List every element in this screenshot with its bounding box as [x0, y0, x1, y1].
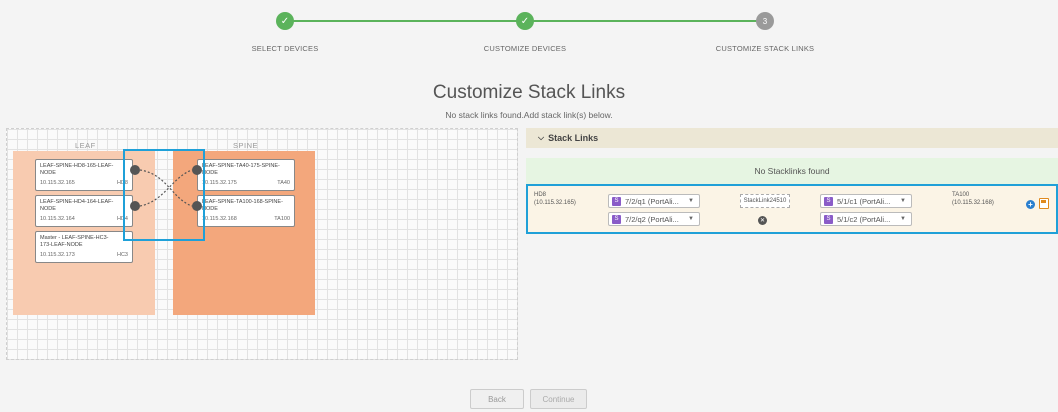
topology-canvas[interactable]: LEAF SPINE LEAF-SPINE-HD8-165-LEAF- NODE…: [6, 128, 518, 360]
page-title: Customize Stack Links: [432, 82, 626, 103]
source-port-select-2[interactable]: S 7/2/q2 (PortAli... ▼: [608, 212, 700, 226]
port-badge: S: [824, 214, 833, 224]
stack-link-row: HD8 (10.115.32.165) S 7/2/q1 (PortAli...…: [526, 184, 1058, 234]
remove-icon[interactable]: ✕: [758, 216, 767, 225]
step-2-label: CUSTOMIZE DEVICES: [483, 44, 567, 53]
port-badge: S: [824, 196, 833, 206]
caret-down-icon: ▼: [688, 216, 694, 222]
page-subtitle: No stack links found.Add stack link(s) b…: [445, 110, 613, 120]
stack-link-name-input[interactable]: StackLink24510: [740, 194, 790, 208]
port-value: 7/2/q2 (PortAli...: [625, 214, 679, 224]
caret-down-icon: ▼: [900, 216, 906, 222]
caret-down-icon: ▼: [688, 198, 694, 204]
stack-links-title: Stack Links: [548, 133, 599, 143]
source-name: HD8: [534, 192, 547, 198]
wizard-steps: ✓ ✓ 3 SELECT DEVICES CUSTOMIZE DEVICES C…: [0, 0, 1058, 70]
step-connector: [525, 20, 765, 22]
source-device: HD8 (10.115.32.165): [534, 192, 576, 208]
step-3-label: CUSTOMIZE STACK LINKS: [715, 44, 815, 53]
add-icon[interactable]: +: [1026, 200, 1035, 209]
dest-name: TA100: [952, 192, 970, 198]
port-badge: S: [612, 214, 621, 224]
dest-port-select-2[interactable]: S 5/1/c2 (PortAli... ▼: [820, 212, 912, 226]
stack-links-header[interactable]: ⌵ Stack Links: [526, 128, 1058, 148]
dest-port-select-1[interactable]: S 5/1/c1 (PortAli... ▼: [820, 194, 912, 208]
back-button[interactable]: Back: [470, 389, 524, 409]
source-port-select-1[interactable]: S 7/2/q1 (PortAli... ▼: [608, 194, 700, 208]
port-value: 5/1/c1 (PortAli...: [837, 196, 891, 206]
save-icon[interactable]: [1039, 198, 1049, 209]
step-connector: [285, 20, 525, 22]
stack-links-panel: ⌵ Stack Links No Stacklinks found HD8 (1…: [526, 128, 1058, 358]
selection-highlight: [123, 149, 205, 241]
port-value: 7/2/q1 (PortAli...: [625, 196, 679, 206]
chevron-down-icon[interactable]: ⌵: [538, 133, 544, 143]
dest-ip: (10.115.32.168): [952, 199, 994, 206]
step-3-number: 3: [756, 12, 774, 30]
continue-button[interactable]: Continue: [530, 389, 587, 409]
step-1-label: SELECT DEVICES: [251, 44, 319, 53]
step-2-check-icon[interactable]: ✓: [516, 12, 534, 30]
port-badge: S: [612, 196, 621, 206]
stack-link-connector: [139, 169, 193, 207]
port-value: 5/1/c2 (PortAli...: [837, 214, 891, 224]
source-ip: (10.115.32.165): [534, 199, 576, 206]
caret-down-icon: ▼: [900, 198, 906, 204]
empty-message: No Stacklinks found: [526, 158, 1058, 184]
step-1-check-icon[interactable]: ✓: [276, 12, 294, 30]
dest-device: TA100 (10.115.32.168): [952, 192, 994, 208]
